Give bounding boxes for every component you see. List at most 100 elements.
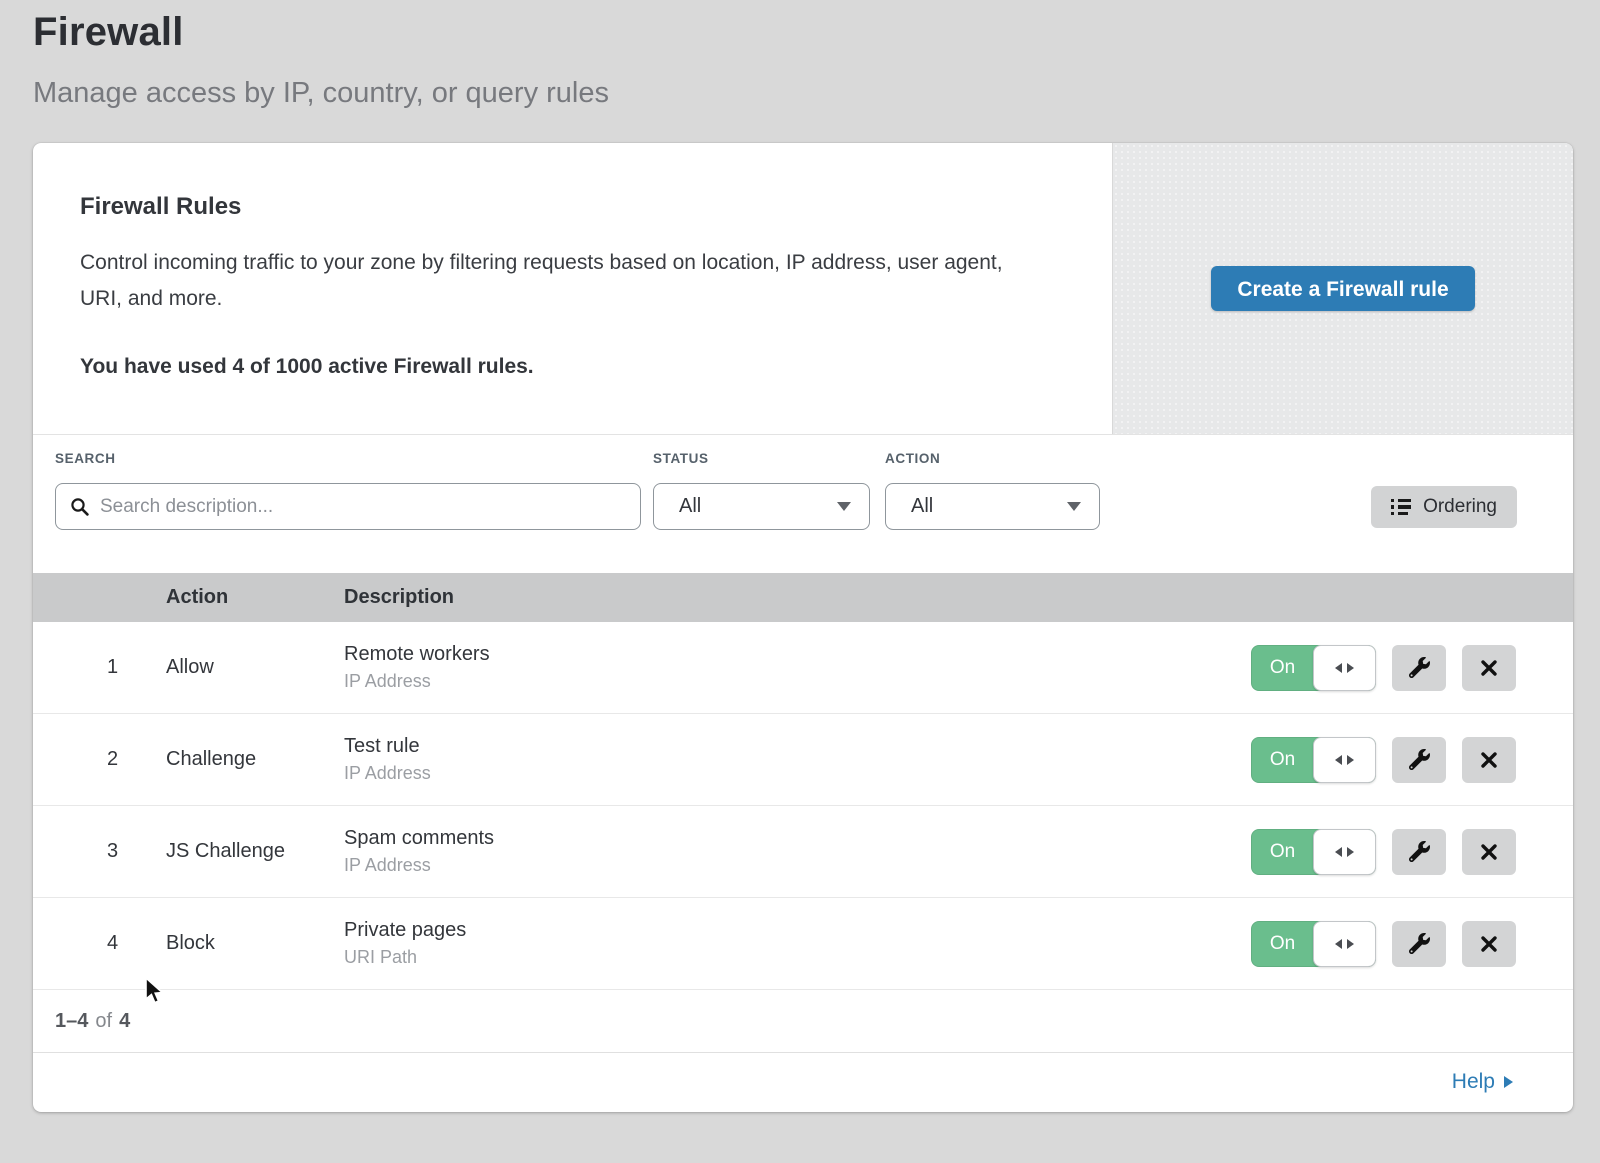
rule-match-type: IP Address (344, 671, 1251, 692)
toggle-handle[interactable] (1313, 829, 1376, 875)
pagination-total: 4 (119, 1010, 130, 1033)
wrench-icon (1409, 933, 1430, 954)
table-row: 3 JS Challenge Spam comments IP Address … (33, 806, 1573, 898)
arrow-right-icon (1347, 939, 1354, 949)
arrow-left-icon (1335, 755, 1342, 765)
page-title: Firewall (33, 10, 1600, 55)
arrow-right-icon (1347, 755, 1354, 765)
card-footer: Help (33, 1053, 1573, 1111)
create-firewall-rule-button[interactable]: Create a Firewall rule (1211, 266, 1474, 311)
page-header: Firewall Manage access by IP, country, o… (0, 0, 1600, 110)
edit-rule-button[interactable] (1392, 737, 1446, 783)
action-label: ACTION (885, 451, 940, 466)
overview-heading: Firewall Rules (80, 193, 1042, 221)
ordered-list-icon (1391, 499, 1412, 516)
action-column-header: Action (166, 586, 344, 609)
rule-match-type: IP Address (344, 763, 1251, 784)
rule-enabled-toggle[interactable]: On (1251, 829, 1376, 875)
search-box[interactable] (55, 483, 641, 530)
rule-action: JS Challenge (166, 840, 344, 863)
edit-rule-button[interactable] (1392, 645, 1446, 691)
wrench-icon (1409, 841, 1430, 862)
overview-aside: Create a Firewall rule (1112, 143, 1573, 434)
rule-priority: 4 (33, 932, 166, 955)
status-select-value: All (679, 495, 837, 518)
help-link[interactable]: Help (1452, 1070, 1513, 1094)
rule-controls: On (1251, 645, 1573, 691)
rule-controls: On (1251, 921, 1573, 967)
rule-description: Spam comments IP Address (344, 827, 1251, 876)
delete-rule-button[interactable] (1462, 829, 1516, 875)
toggle-on-label: On (1251, 645, 1314, 691)
description-column-header: Description (344, 586, 1573, 609)
table-row: 4 Block Private pages URI Path On (33, 898, 1573, 990)
rule-action: Challenge (166, 748, 344, 771)
rule-description: Test rule IP Address (344, 735, 1251, 784)
status-select[interactable]: All (653, 483, 870, 530)
toggle-handle[interactable] (1313, 921, 1376, 967)
search-label: SEARCH (55, 451, 116, 466)
wrench-icon (1409, 749, 1430, 770)
rule-priority: 3 (33, 840, 166, 863)
toggle-on-label: On (1251, 737, 1314, 783)
chevron-down-icon (1067, 502, 1081, 511)
arrow-left-icon (1335, 663, 1342, 673)
rule-priority: 1 (33, 656, 166, 679)
arrow-right-icon (1347, 847, 1354, 857)
rule-controls: On (1251, 829, 1573, 875)
delete-rule-button[interactable] (1462, 645, 1516, 691)
rule-controls: On (1251, 737, 1573, 783)
close-icon (1480, 659, 1498, 677)
arrow-right-icon (1347, 663, 1354, 673)
edit-rule-button[interactable] (1392, 829, 1446, 875)
search-icon (70, 497, 90, 517)
search-input[interactable] (100, 496, 626, 518)
toggle-handle[interactable] (1313, 645, 1376, 691)
rule-enabled-toggle[interactable]: On (1251, 921, 1376, 967)
toggle-handle[interactable] (1313, 737, 1376, 783)
table-row: 1 Allow Remote workers IP Address On (33, 622, 1573, 714)
toggle-on-label: On (1251, 829, 1314, 875)
action-select[interactable]: All (885, 483, 1100, 530)
pagination-of-label: of (95, 1010, 112, 1033)
overview-text: Firewall Rules Control incoming traffic … (33, 143, 1112, 434)
rule-description-text: Private pages (344, 919, 1251, 942)
delete-rule-button[interactable] (1462, 737, 1516, 783)
rule-enabled-toggle[interactable]: On (1251, 645, 1376, 691)
rule-description-text: Spam comments (344, 827, 1251, 850)
filters-section: SEARCH STATUS All ACTION All Ordering (33, 435, 1573, 573)
arrow-right-icon (1504, 1076, 1513, 1088)
firewall-rules-card: Firewall Rules Control incoming traffic … (33, 143, 1573, 1112)
toggle-on-label: On (1251, 921, 1314, 967)
status-label: STATUS (653, 451, 709, 466)
arrow-left-icon (1335, 847, 1342, 857)
table-header-row: Action Description (33, 573, 1573, 622)
rule-enabled-toggle[interactable]: On (1251, 737, 1376, 783)
help-link-label: Help (1452, 1070, 1495, 1094)
pagination: 1–4 of 4 (33, 990, 1573, 1053)
rule-priority: 2 (33, 748, 166, 771)
overview-description: Control incoming traffic to your zone by… (80, 245, 1030, 317)
close-icon (1480, 751, 1498, 769)
delete-rule-button[interactable] (1462, 921, 1516, 967)
close-icon (1480, 843, 1498, 861)
rule-action: Block (166, 932, 344, 955)
page-subtitle: Manage access by IP, country, or query r… (33, 77, 1600, 110)
rule-action: Allow (166, 656, 344, 679)
rule-description-text: Remote workers (344, 643, 1251, 666)
action-select-value: All (911, 495, 1067, 518)
rule-description-text: Test rule (344, 735, 1251, 758)
pagination-range: 1–4 (55, 1010, 88, 1033)
edit-rule-button[interactable] (1392, 921, 1446, 967)
overview-section: Firewall Rules Control incoming traffic … (33, 143, 1573, 435)
chevron-down-icon (837, 502, 851, 511)
rule-match-type: URI Path (344, 947, 1251, 968)
rules-usage-summary: You have used 4 of 1000 active Firewall … (80, 355, 1042, 379)
rule-description: Remote workers IP Address (344, 643, 1251, 692)
wrench-icon (1409, 657, 1430, 678)
table-row: 2 Challenge Test rule IP Address On (33, 714, 1573, 806)
arrow-left-icon (1335, 939, 1342, 949)
ordering-button-label: Ordering (1423, 496, 1497, 518)
close-icon (1480, 935, 1498, 953)
ordering-button[interactable]: Ordering (1371, 486, 1517, 528)
